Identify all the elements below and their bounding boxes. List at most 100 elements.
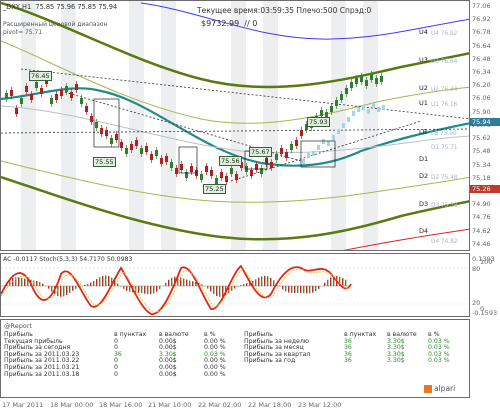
symbol-label: _DXY,H1 — [3, 3, 32, 11]
candle-body — [265, 158, 268, 164]
ac-bar — [183, 278, 185, 286]
red-price-marker: 75.26 — [470, 185, 500, 193]
current-price-marker: 75.94 — [470, 118, 500, 126]
ac-bar — [192, 281, 194, 286]
level-d2: D2 — [419, 172, 429, 180]
candle-body — [290, 144, 293, 150]
ac-bar — [138, 286, 140, 293]
level-value-d3: D3 75.18 — [431, 203, 458, 209]
candle-body — [20, 98, 23, 104]
ac-bar — [180, 277, 182, 286]
ac-bar — [18, 277, 20, 286]
ac-bar — [327, 279, 329, 286]
candle-body — [65, 86, 68, 92]
session-stripe — [363, 1, 378, 250]
ac-bar — [36, 281, 38, 286]
candle-body — [360, 76, 363, 82]
candle-body — [55, 94, 58, 100]
forecast-candle — [357, 107, 360, 112]
ac-bar — [42, 283, 44, 286]
price-tick: 76.64 — [472, 41, 491, 50]
ac-bar — [96, 279, 98, 286]
ac-bar — [156, 286, 158, 292]
forecast-candle — [352, 111, 355, 116]
time-axis-label: 18 Mar 00:00 — [50, 401, 94, 409]
price-chart-canvas[interactable] — [1, 1, 470, 251]
candle-body — [170, 162, 173, 168]
session-stripe — [263, 1, 278, 250]
ac-bar — [279, 286, 281, 287]
ac-bar — [267, 276, 269, 286]
ac-bar — [87, 284, 89, 286]
forecast-candle — [382, 105, 385, 110]
candle-body — [350, 82, 353, 88]
candle-body — [180, 164, 183, 170]
forecast-candle — [307, 153, 310, 158]
price-bubble-2: 75.55 — [93, 157, 116, 167]
price-tick: 77.06 — [472, 2, 491, 10]
ac-bar — [117, 283, 119, 286]
candle-body — [345, 88, 348, 94]
ac-bar — [147, 286, 149, 295]
price-bubble-5: 75.67 — [249, 147, 272, 157]
candle-body — [80, 98, 83, 104]
report-left-table: Прибыль в пунктах в валюте в % Текущая прибы… — [4, 331, 234, 379]
session-stripe — [129, 1, 144, 250]
forecast-candle — [317, 145, 320, 150]
ac-bar — [213, 286, 215, 295]
report-row: Прибыль за 2011.03.18 0 0.00$ 0.00 % — [4, 370, 234, 379]
candle-body — [115, 134, 118, 140]
price-chart-pane[interactable]: _DXY,H1 75.85 75.96 75.85 75.94 Расширен… — [0, 0, 470, 251]
ac-bar — [237, 286, 239, 287]
forecast-candle — [312, 151, 315, 156]
level-d4: D4 — [419, 227, 429, 235]
ac-bar — [189, 280, 191, 286]
session-stripe — [21, 1, 36, 250]
ac-bar — [210, 286, 212, 292]
ac-bar — [72, 286, 74, 291]
ac-bar — [234, 286, 236, 289]
ac-bar — [99, 277, 101, 286]
candle-body — [275, 154, 278, 160]
level-value-d4: D4 74.82 — [431, 239, 458, 245]
price-tick: 76.20 — [472, 81, 491, 90]
lower-red-band — [343, 228, 469, 250]
report-cell: 0.00$ — [159, 370, 177, 378]
ac-bar — [21, 277, 23, 286]
spread-value: 0 — [366, 6, 372, 15]
forecast-candle — [372, 103, 375, 108]
candle-body — [90, 116, 93, 122]
ac-bar — [207, 286, 209, 289]
ac-bar — [324, 282, 326, 286]
price-bubble-3: 75.25 — [203, 184, 226, 194]
level-d1: D1 — [419, 155, 429, 163]
leverage-label: Плечо: — [296, 6, 324, 15]
time-axis[interactable]: 17 Mar 2011 18 Mar 00:00 18 Mar 16:00 21 Ma… — [0, 400, 470, 413]
oscillator-header: AC -0.0117 Stoch(5,3,3) 54.7170 50.0983 — [3, 256, 133, 263]
candle-body — [70, 92, 73, 98]
time-value: 03:59:35 — [260, 6, 295, 15]
ac-bar — [300, 286, 302, 294]
oscillator-scale[interactable]: 0.1393 100 80 20 0 -0.1593 — [470, 253, 500, 317]
forecast-candle — [367, 109, 370, 114]
price-tick: 76.48 — [472, 54, 491, 63]
ac-bar — [93, 281, 95, 286]
forecast-candle — [302, 159, 305, 164]
time-axis-label: 22 Mar 02:00 — [198, 401, 242, 409]
forecast-candle — [342, 123, 345, 128]
oscillator-pane[interactable]: AC -0.0117 Stoch(5,3,3) 54.7170 50.0983 — [0, 253, 470, 317]
spread-label: Спрэд: — [339, 6, 367, 15]
ac-bar — [240, 285, 242, 286]
ac-bar — [90, 282, 92, 286]
ac-bar — [219, 286, 221, 297]
candle-body — [10, 90, 13, 96]
time-axis-label: 22 Mar 18:00 — [248, 401, 292, 409]
ac-bar — [222, 286, 224, 297]
report-cell: 36 — [344, 357, 352, 365]
candle-body — [100, 128, 103, 134]
candle-body — [125, 148, 128, 154]
ac-bar — [135, 286, 137, 293]
ac-bar — [330, 277, 332, 286]
price-tick: 75.18 — [472, 173, 491, 182]
report-right-table: Прибыль в пунктах в валюте в % Прибыль за не… — [244, 331, 469, 365]
